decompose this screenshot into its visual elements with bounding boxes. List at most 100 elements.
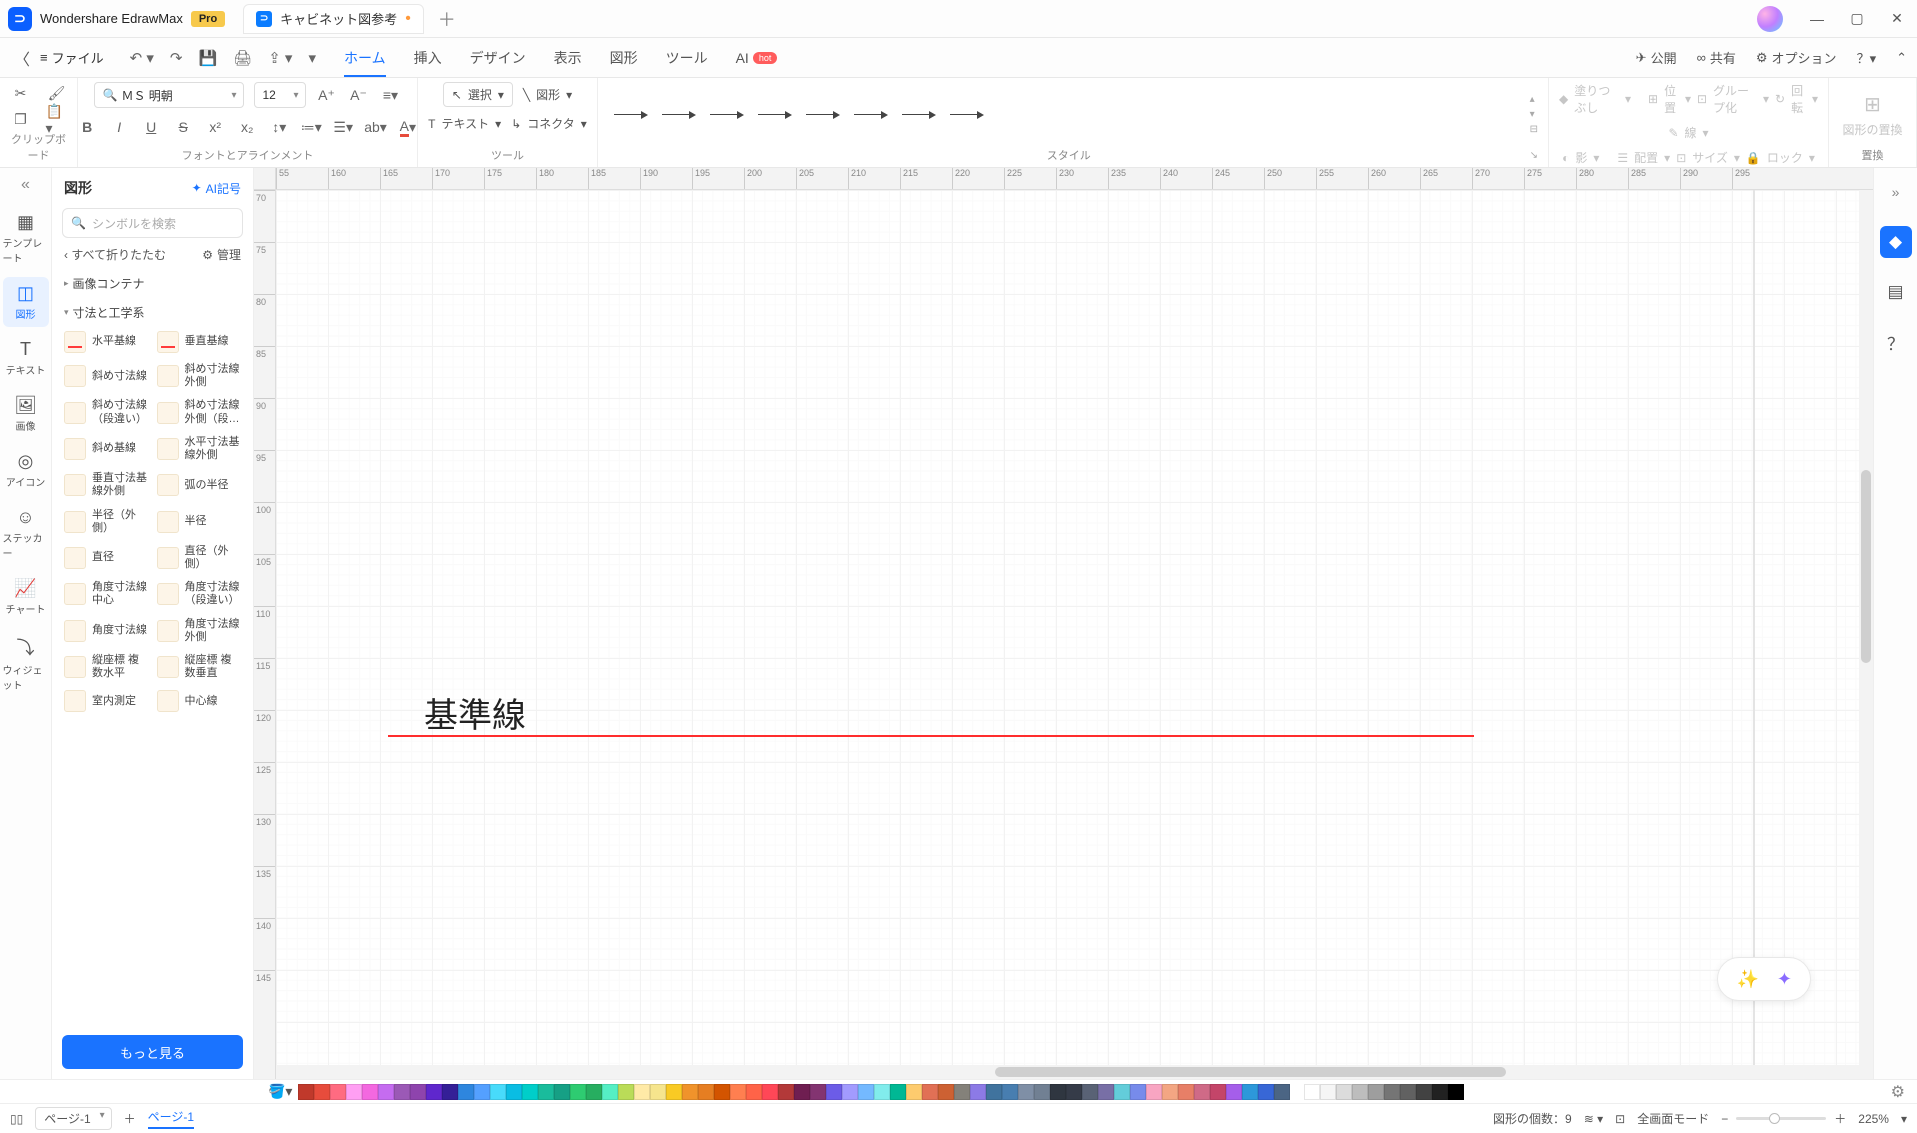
horizontal-ruler[interactable]: 5516016517017518018519019520020521021522… xyxy=(276,168,1873,190)
format-painter-button[interactable]: 🖌 xyxy=(46,83,68,105)
new-tab-button[interactable]: ＋ xyxy=(438,6,456,32)
color-swatch[interactable] xyxy=(1130,1084,1146,1100)
font-shrink-button[interactable]: A⁻ xyxy=(348,84,370,106)
shape-item[interactable]: 縦座標 複数水平 xyxy=(62,650,151,684)
color-swatch[interactable] xyxy=(842,1084,858,1100)
replace-shape-button[interactable]: 図形の置換 xyxy=(1842,121,1902,138)
collapse-all-button[interactable]: ‹ すべて折りたたむ xyxy=(64,246,166,263)
shape-item[interactable]: 縦座標 複数垂直 xyxy=(155,650,244,684)
fit-page-icon[interactable]: ⊡ xyxy=(1615,1112,1625,1126)
maximize-button[interactable]: ▢ xyxy=(1837,0,1877,38)
color-swatch[interactable] xyxy=(1336,1084,1352,1100)
zoom-out-button[interactable]: − xyxy=(1721,1112,1728,1126)
position-button[interactable]: ⊞ 位置▾ xyxy=(1648,82,1691,116)
color-swatch[interactable] xyxy=(1146,1084,1162,1100)
close-button[interactable]: ✕ xyxy=(1877,0,1917,38)
shape-item[interactable]: 角度寸法線 中心 xyxy=(62,577,151,611)
publish-button[interactable]: ✈ 公開 xyxy=(1636,48,1677,67)
sidebar-item-sticker[interactable]: ☺ステッカー xyxy=(3,501,49,566)
tab-view[interactable]: 表示 xyxy=(554,40,582,76)
color-swatch[interactable] xyxy=(586,1084,602,1100)
color-swatch[interactable] xyxy=(426,1084,442,1100)
save-button[interactable]: 💾 xyxy=(198,49,217,67)
shape-item[interactable]: 斜め寸法線 xyxy=(62,359,151,393)
line-button[interactable]: ✎ 線▾ xyxy=(1668,124,1708,141)
arrow-style-item[interactable] xyxy=(950,108,984,122)
color-swatch[interactable] xyxy=(794,1084,810,1100)
zoom-dropdown-icon[interactable]: ▾ xyxy=(1901,1112,1907,1126)
line-spacing-button[interactable]: ↕▾ xyxy=(268,116,290,138)
bullet-list-button[interactable]: ≔▾ xyxy=(300,116,322,138)
shape-item[interactable]: 斜め寸法線 外側（段… xyxy=(155,395,244,429)
color-swatch[interactable] xyxy=(778,1084,794,1100)
color-swatch[interactable] xyxy=(1274,1084,1290,1100)
user-avatar[interactable] xyxy=(1757,6,1783,32)
bold-button[interactable]: B xyxy=(76,116,98,138)
color-swatch[interactable] xyxy=(922,1084,938,1100)
color-swatch[interactable] xyxy=(890,1084,906,1100)
italic-button[interactable]: I xyxy=(108,116,130,138)
color-swatch[interactable] xyxy=(1178,1084,1194,1100)
color-swatch[interactable] xyxy=(1050,1084,1066,1100)
zoom-value[interactable]: 225% xyxy=(1858,1112,1889,1126)
connector-tool-button[interactable]: ↳ コネクタ ▾ xyxy=(511,115,587,132)
color-swatch[interactable] xyxy=(682,1084,698,1100)
shape-item[interactable]: 斜め寸法線（段違い） xyxy=(62,395,151,429)
text-case-button[interactable]: ab▾ xyxy=(364,116,387,138)
shape-item[interactable]: 垂直寸法基線外側 xyxy=(62,468,151,502)
options-button[interactable]: ⚙ オプション xyxy=(1756,48,1837,67)
color-swatch[interactable] xyxy=(458,1084,474,1100)
help-button[interactable]: ？▾ xyxy=(1857,48,1877,67)
shape-item[interactable]: 角度寸法線 xyxy=(62,614,151,648)
file-menu[interactable]: ≡ ファイル xyxy=(40,48,104,67)
color-swatch[interactable] xyxy=(874,1084,890,1100)
sidebar-item-widget[interactable]: ⤵ウィジェット xyxy=(3,628,49,698)
shape-item[interactable]: 垂直基線 xyxy=(155,327,244,357)
color-swatch[interactable] xyxy=(746,1084,762,1100)
arrow-style-item[interactable] xyxy=(902,108,936,122)
color-swatch[interactable] xyxy=(1034,1084,1050,1100)
color-swatch[interactable] xyxy=(522,1084,538,1100)
color-swatch[interactable] xyxy=(1242,1084,1258,1100)
nav-back-button[interactable]: 〈 xyxy=(10,46,34,70)
color-swatch[interactable] xyxy=(1066,1084,1082,1100)
tab-ai[interactable]: AI hot xyxy=(736,42,778,74)
lock-button[interactable]: 🔒 ロック▾ xyxy=(1746,149,1815,166)
color-swatch[interactable] xyxy=(474,1084,490,1100)
color-swatch[interactable] xyxy=(410,1084,426,1100)
paint-bucket-icon[interactable]: 🪣▾ xyxy=(268,1083,292,1100)
arrow-style-item[interactable] xyxy=(854,108,888,122)
size-button[interactable]: ⊡ サイズ▾ xyxy=(1676,149,1740,166)
tab-insert[interactable]: 挿入 xyxy=(414,40,442,76)
color-swatch[interactable] xyxy=(1258,1084,1274,1100)
color-swatch[interactable] xyxy=(1384,1084,1400,1100)
color-swatch[interactable] xyxy=(1018,1084,1034,1100)
color-swatch[interactable] xyxy=(1082,1084,1098,1100)
color-swatch[interactable] xyxy=(346,1084,362,1100)
color-swatch[interactable] xyxy=(362,1084,378,1100)
color-swatch[interactable] xyxy=(1114,1084,1130,1100)
panel-toggle-icon[interactable]: ▯▯ xyxy=(10,1112,23,1126)
color-swatch[interactable] xyxy=(650,1084,666,1100)
color-swatch[interactable] xyxy=(1210,1084,1226,1100)
color-swatch[interactable] xyxy=(506,1084,522,1100)
share-button[interactable]: ∞ 共有 xyxy=(1697,48,1736,67)
color-swatch[interactable] xyxy=(666,1084,682,1100)
sidebar-item-chart[interactable]: 📈チャート xyxy=(3,572,49,622)
color-swatch[interactable] xyxy=(1098,1084,1114,1100)
color-swatch[interactable] xyxy=(810,1084,826,1100)
tab-tool[interactable]: ツール xyxy=(666,40,708,76)
connector-style-gallery[interactable] xyxy=(608,108,990,122)
sidebar-item-image[interactable]: 🖼画像 xyxy=(3,389,49,439)
properties-panel-button[interactable]: ▤ xyxy=(1880,276,1912,308)
fullscreen-button[interactable]: 全画面モード xyxy=(1637,1110,1709,1127)
right-collapse-icon[interactable]: » xyxy=(1880,176,1912,208)
color-swatch[interactable] xyxy=(1002,1084,1018,1100)
style-dialog-launcher[interactable]: ↘ xyxy=(1530,150,1538,161)
settings-gear-icon[interactable]: ⚙ xyxy=(1891,1082,1905,1102)
canvas-baseline-line[interactable] xyxy=(388,735,1474,737)
font-name-select[interactable]: 🔍ＭＳ 明朝 xyxy=(94,82,244,108)
page-tab-1[interactable]: ページ-1 xyxy=(148,1108,194,1129)
canvas[interactable]: 基準線 xyxy=(276,190,1873,1079)
qat-more-button[interactable]: ▾ xyxy=(308,49,316,67)
